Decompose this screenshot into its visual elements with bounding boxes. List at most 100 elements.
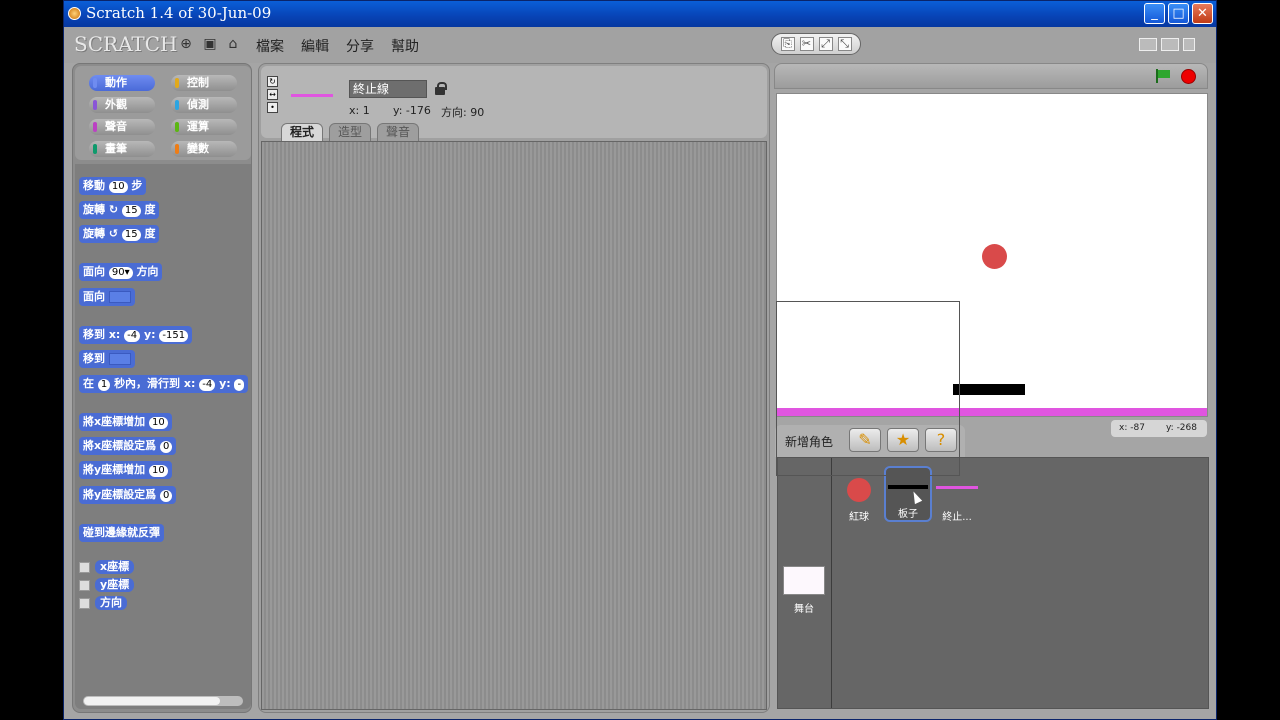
sprite-name-field[interactable]: 終止線 <box>349 80 427 98</box>
menu-file[interactable]: 檔案 <box>256 36 284 56</box>
stop-icon[interactable] <box>1181 69 1196 84</box>
stage-thumbnail-label: 舞台 <box>794 604 814 615</box>
choose-sprite-file-icon[interactable]: ★ <box>887 428 919 452</box>
scripts-area[interactable] <box>261 141 767 710</box>
turn-right-block[interactable]: 旋轉 ↻ 15 度 <box>79 201 160 219</box>
paddle-thumbnail-shape <box>888 485 928 489</box>
x-position-reporter[interactable]: x座標 <box>95 560 135 574</box>
window-title: Scratch 1.4 of 30-Jun-09 <box>86 4 272 22</box>
category-pen[interactable]: 畫筆 <box>89 141 155 157</box>
sprite-thumbnail <box>291 94 333 97</box>
category-looks[interactable]: 外觀 <box>89 97 155 113</box>
category-motion[interactable]: 動作 <box>89 75 155 91</box>
sprite-label-paddle: 板子 <box>898 509 918 520</box>
lock-icon[interactable] <box>435 82 447 95</box>
globe-icon[interactable]: ⊕ <box>178 36 194 52</box>
sprite-label-end-line: 終止... <box>942 512 972 523</box>
change-y-block[interactable]: 將y座標增加 10 <box>79 461 172 479</box>
change-x-block[interactable]: 將x座標增加 10 <box>79 413 172 431</box>
sprite-pane: ↻ ↔ • 終止線 x: 1 y: -176 方向: 90 程式 造型 聲音 <box>258 63 770 713</box>
paint-new-sprite-icon[interactable]: ✎ <box>849 428 881 452</box>
y-position-reporter[interactable]: y座標 <box>95 578 135 592</box>
share-icon[interactable]: ⌂ <box>225 36 241 52</box>
category-control[interactable]: 控制 <box>171 75 237 91</box>
new-sprite-label: 新增角色 <box>785 435 834 449</box>
glide-block[interactable]: 在 1 秒內，滑行到 x: -4 y: - <box>79 375 249 393</box>
rotate-mode-icon[interactable]: ↻ <box>267 76 278 87</box>
delete-tool-icon[interactable]: ✂ <box>799 37 814 51</box>
mouse-y: y: -268 <box>1166 423 1197 433</box>
red-ball-thumbnail[interactable] <box>847 478 871 502</box>
menu-help[interactable]: 幫助 <box>391 36 419 56</box>
no-rotate-icon[interactable]: • <box>267 102 278 113</box>
sprite-y: y: -176 <box>393 104 431 117</box>
sprite-label-red-ball: 紅球 <box>849 512 869 523</box>
category-variables[interactable]: 變數 <box>171 141 237 157</box>
tab-costumes[interactable]: 造型 <box>329 123 372 141</box>
random-sprite-icon[interactable]: ? <box>925 428 957 452</box>
block-list: 移動 10 步 旋轉 ↻ 15 度 旋轉 ↺ 15 度 面向 90▾ 方向 面向… <box>75 164 251 709</box>
grow-tool-icon[interactable]: ⤢ <box>818 37 833 51</box>
palette-scroll-thumb[interactable] <box>84 697 220 705</box>
sprite-end-line[interactable] <box>777 408 1207 416</box>
tab-scripts[interactable]: 程式 <box>281 123 324 141</box>
mouse-coordinates: x: -87 y: -268 <box>1111 420 1207 437</box>
goto-xy-block[interactable]: 移到 x: -4 y: -151 <box>79 326 193 344</box>
duplicate-tool-icon[interactable]: ⎘ <box>780 37 795 51</box>
palette-scrollbar[interactable] <box>83 696 243 706</box>
menu-share[interactable]: 分享 <box>346 36 374 56</box>
goto-block[interactable]: 移到 <box>79 350 135 368</box>
scratch-app-icon <box>68 7 81 20</box>
shrink-tool-icon[interactable]: ⤡ <box>837 37 852 51</box>
block-palette: 動作 控制 外觀 偵測 聲音 運算 畫筆 變數 移動 10 步 旋轉 ↻ 15 … <box>72 63 252 713</box>
sprite-info-bar: ↻ ↔ • 終止線 x: 1 y: -176 方向: 90 程式 造型 聲音 <box>261 66 767 141</box>
category-sound[interactable]: 聲音 <box>89 119 155 135</box>
sprite-list: 舞台 紅球 板子 終止... <box>777 457 1209 709</box>
cursor-tools: ⎘ ✂ ⤢ ⤡ <box>771 33 861 55</box>
bounce-on-edge-block[interactable]: 碰到邊緣就反彈 <box>79 524 164 542</box>
stage-layout-buttons <box>1139 38 1195 51</box>
presentation-mode-icon[interactable] <box>1183 38 1195 51</box>
direction-checkbox[interactable] <box>79 598 90 609</box>
sprite-x: x: 1 <box>349 104 370 117</box>
sprite-paddle[interactable] <box>953 384 1025 395</box>
end-line-thumbnail[interactable] <box>936 486 978 489</box>
scratch-logo: SCRATCH <box>74 32 178 56</box>
close-button[interactable]: ✕ <box>1192 3 1213 24</box>
direction-reporter[interactable]: 方向 <box>95 596 127 610</box>
category-sensing[interactable]: 偵測 <box>171 97 237 113</box>
green-flag-icon[interactable] <box>1155 69 1171 83</box>
maximize-button[interactable]: □ <box>1168 3 1189 24</box>
mouse-x: x: -87 <box>1119 423 1145 433</box>
small-stage-icon[interactable] <box>1139 38 1157 51</box>
y-position-checkbox[interactable] <box>79 580 90 591</box>
turn-left-block[interactable]: 旋轉 ↺ 15 度 <box>79 225 160 243</box>
category-operators[interactable]: 運算 <box>171 119 237 135</box>
minimize-button[interactable]: _ <box>1144 3 1165 24</box>
set-x-block[interactable]: 將x座標設定爲 0 <box>79 437 177 455</box>
paddle-thumbnail-selected[interactable]: 板子 <box>884 466 932 522</box>
sprite-list-divider <box>831 458 832 708</box>
x-position-checkbox[interactable] <box>79 562 90 573</box>
menubar: SCRATCH ⊕ ▣ ⌂ 檔案 編輯 分享 幫助 ⎘ ✂ ⤢ ⤡ <box>64 27 1216 63</box>
category-selector: 動作 控制 外觀 偵測 聲音 運算 畫筆 變數 <box>75 66 251 160</box>
tab-sounds[interactable]: 聲音 <box>377 123 420 141</box>
stage-thumbnail[interactable] <box>783 566 825 595</box>
goto-dropdown[interactable] <box>108 353 131 365</box>
sprite-red-ball[interactable] <box>982 244 1007 269</box>
point-towards-block[interactable]: 面向 <box>79 288 135 306</box>
normal-stage-icon[interactable] <box>1161 38 1179 51</box>
new-sprite-bar: 新增角色 ✎ ★ ? <box>775 425 965 457</box>
move-steps-block[interactable]: 移動 10 步 <box>79 177 147 195</box>
title-bar: Scratch 1.4 of 30-Jun-09 _ □ ✕ <box>64 1 1216 27</box>
flip-mode-icon[interactable]: ↔ <box>267 89 278 100</box>
point-towards-dropdown[interactable] <box>108 291 131 303</box>
menu-edit[interactable]: 編輯 <box>301 36 329 56</box>
stage-toolbar <box>774 63 1208 89</box>
stage[interactable] <box>776 93 1208 417</box>
save-icon[interactable]: ▣ <box>202 36 218 52</box>
scratch-window: Scratch 1.4 of 30-Jun-09 _ □ ✕ SCRATCH ⊕… <box>63 0 1217 720</box>
set-y-block[interactable]: 將y座標設定爲 0 <box>79 486 177 504</box>
point-in-direction-block[interactable]: 面向 90▾ 方向 <box>79 263 163 281</box>
sprite-direction: 方向: 90 <box>441 106 485 119</box>
